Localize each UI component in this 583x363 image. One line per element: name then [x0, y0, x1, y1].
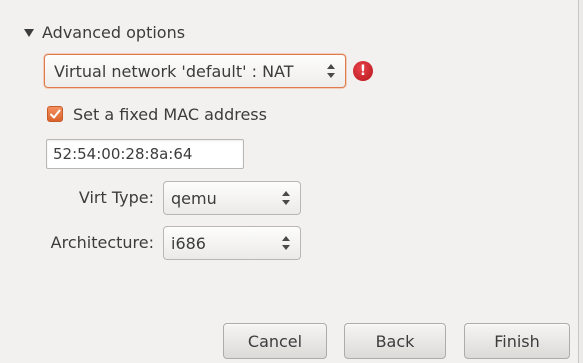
network-source-combo[interactable]: Virtual network 'default' : NAT [44, 54, 346, 88]
up-down-arrows-icon [323, 61, 339, 81]
advanced-options-expander[interactable]: Advanced options [24, 20, 185, 44]
fixed-mac-label: Set a fixed MAC address [73, 104, 267, 124]
up-down-arrows-icon [278, 188, 294, 208]
virt-type-combo[interactable]: qemu [163, 181, 301, 215]
fixed-mac-checkbox-row[interactable]: Set a fixed MAC address [47, 102, 267, 126]
advanced-options-label: Advanced options [42, 22, 186, 42]
network-source-value: Virtual network 'default' : NAT [54, 61, 294, 81]
architecture-value: i686 [171, 233, 206, 253]
architecture-combo[interactable]: i686 [163, 226, 301, 260]
mac-address-input[interactable] [46, 139, 244, 169]
architecture-label: Architecture: [50, 233, 154, 252]
error-icon: ! [353, 61, 373, 81]
up-down-arrows-icon [278, 233, 294, 253]
virt-type-value: qemu [171, 188, 217, 208]
fixed-mac-checkbox[interactable] [47, 106, 63, 122]
wizard-page: Advanced options Virtual network 'defaul… [0, 0, 583, 363]
triangle-down-icon [24, 28, 34, 37]
back-button[interactable]: Back [344, 323, 446, 359]
finish-button[interactable]: Finish [464, 323, 570, 359]
checkmark-icon [50, 109, 61, 119]
window-edge [578, 0, 583, 363]
virt-type-label: Virt Type: [78, 188, 154, 207]
cancel-button[interactable]: Cancel [223, 323, 327, 359]
